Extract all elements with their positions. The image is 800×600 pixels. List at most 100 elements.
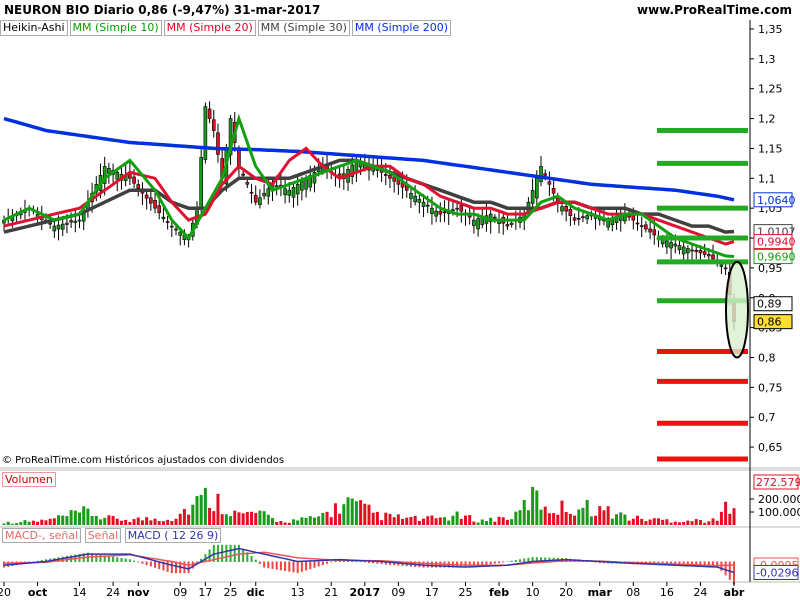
macd-hist-bar — [116, 557, 119, 562]
candle-body — [681, 246, 686, 255]
volume-bar — [90, 516, 94, 525]
macd-hist-bar — [502, 561, 505, 563]
candle-body — [694, 249, 699, 252]
volume-bar — [65, 516, 69, 525]
macd-hist-bar — [141, 561, 144, 564]
candle-body — [673, 243, 678, 247]
macd-hist-bar — [506, 561, 509, 562]
macd-hist-bar — [149, 561, 152, 567]
candle-body — [421, 201, 426, 207]
volume-bar — [526, 510, 530, 525]
x-tick-label: 25 — [224, 586, 238, 599]
candle-body — [52, 225, 57, 232]
volume-bar — [409, 516, 413, 525]
candle-body — [677, 245, 682, 250]
macd-hist-bar — [720, 561, 723, 571]
x-tick-label: 25 — [458, 586, 472, 599]
candle-body — [690, 249, 694, 252]
volume-bar — [191, 504, 195, 525]
volume-bar — [661, 519, 665, 525]
volume-bar — [547, 513, 551, 525]
candle-body — [509, 222, 514, 225]
volume-bar — [598, 506, 602, 525]
legend-item-2[interactable]: MM (Simple 20) — [163, 20, 256, 36]
macd-hist-bar — [137, 561, 140, 563]
volume-bar — [367, 504, 371, 525]
macd-hist-bar — [292, 561, 295, 573]
volume-bar — [392, 517, 396, 525]
candle-body — [174, 228, 178, 231]
candle-body — [560, 206, 564, 212]
macd-hist-bar — [258, 561, 261, 564]
volume-bar — [686, 520, 690, 525]
volume-bar — [371, 512, 375, 525]
candle-body — [530, 189, 535, 204]
candle-body — [551, 188, 556, 194]
candle-body — [161, 216, 166, 220]
volume-bar — [78, 512, 82, 525]
macd-value: -0,0296 — [756, 566, 798, 579]
volume-bar — [468, 515, 472, 525]
volume-bar — [610, 518, 614, 525]
candle-body — [287, 189, 292, 196]
volume-bar — [250, 511, 254, 525]
volume-bar — [262, 511, 266, 525]
volume-bar — [216, 493, 220, 525]
legend-item-3[interactable]: MM (Simple 30) — [257, 20, 350, 36]
candle-body — [107, 168, 111, 174]
x-tick-label: 2017 — [349, 586, 380, 599]
price-label: 0,89 — [757, 298, 782, 311]
volume-bar — [522, 499, 526, 525]
volume-bar — [434, 518, 438, 525]
x-tick-label: feb — [489, 586, 509, 599]
legend-item-4[interactable]: MM (Simple 200) — [351, 20, 452, 36]
candle-body — [383, 174, 388, 176]
volume-bar — [208, 507, 212, 525]
volume-bar — [111, 515, 115, 525]
candle-body — [413, 195, 417, 203]
volume-bar — [220, 514, 224, 525]
volume-bar — [275, 521, 279, 525]
candle-body — [648, 228, 652, 233]
volume-bar — [728, 513, 732, 525]
volume-bar — [296, 520, 300, 525]
volume-bar — [405, 517, 409, 525]
candle-body — [165, 221, 170, 223]
volume-bar — [463, 515, 467, 525]
candle-body — [266, 188, 271, 197]
volume-bar — [455, 511, 459, 525]
macd-hist-bar — [321, 561, 324, 566]
volume-bar — [573, 515, 577, 525]
x-tick-label: 24 — [106, 586, 120, 599]
volume-bar — [585, 499, 589, 525]
candle-body — [241, 173, 245, 176]
price-chart[interactable]: 1,351,31,251,21,151,11,0510,950,90,850,8… — [0, 0, 800, 600]
macd-hist-bar — [313, 561, 316, 568]
candle-body — [652, 229, 657, 236]
candle-body — [581, 216, 585, 218]
volume-bar — [380, 520, 384, 525]
volume-bar — [31, 520, 35, 525]
volume-bar — [287, 522, 291, 525]
macd-hist-bar — [309, 561, 312, 570]
candle-body — [585, 215, 589, 220]
volume-bar — [619, 512, 623, 525]
x-tick-label: 21 — [324, 586, 338, 599]
candle-body — [572, 217, 577, 221]
candle-body — [438, 210, 443, 215]
volume-bar — [535, 490, 539, 525]
volume-bar — [539, 509, 543, 525]
macd-hist-bar — [519, 559, 522, 562]
y-tick-label: 1,35 — [758, 23, 783, 36]
volume-bar — [350, 498, 354, 525]
macd-hist-bar — [170, 561, 173, 574]
x-tick-label: 08 — [626, 586, 640, 599]
volume-bar — [447, 520, 451, 525]
candle-body — [635, 222, 640, 225]
macd-hist-bar — [493, 561, 496, 564]
legend-item-0[interactable]: Heikin-Ashi — [0, 20, 68, 36]
macd-hist-bar — [267, 561, 270, 569]
y-tick-label: 0,75 — [758, 381, 783, 394]
volume-bar — [266, 514, 270, 525]
legend-item-1[interactable]: MM (Simple 10) — [69, 20, 162, 36]
